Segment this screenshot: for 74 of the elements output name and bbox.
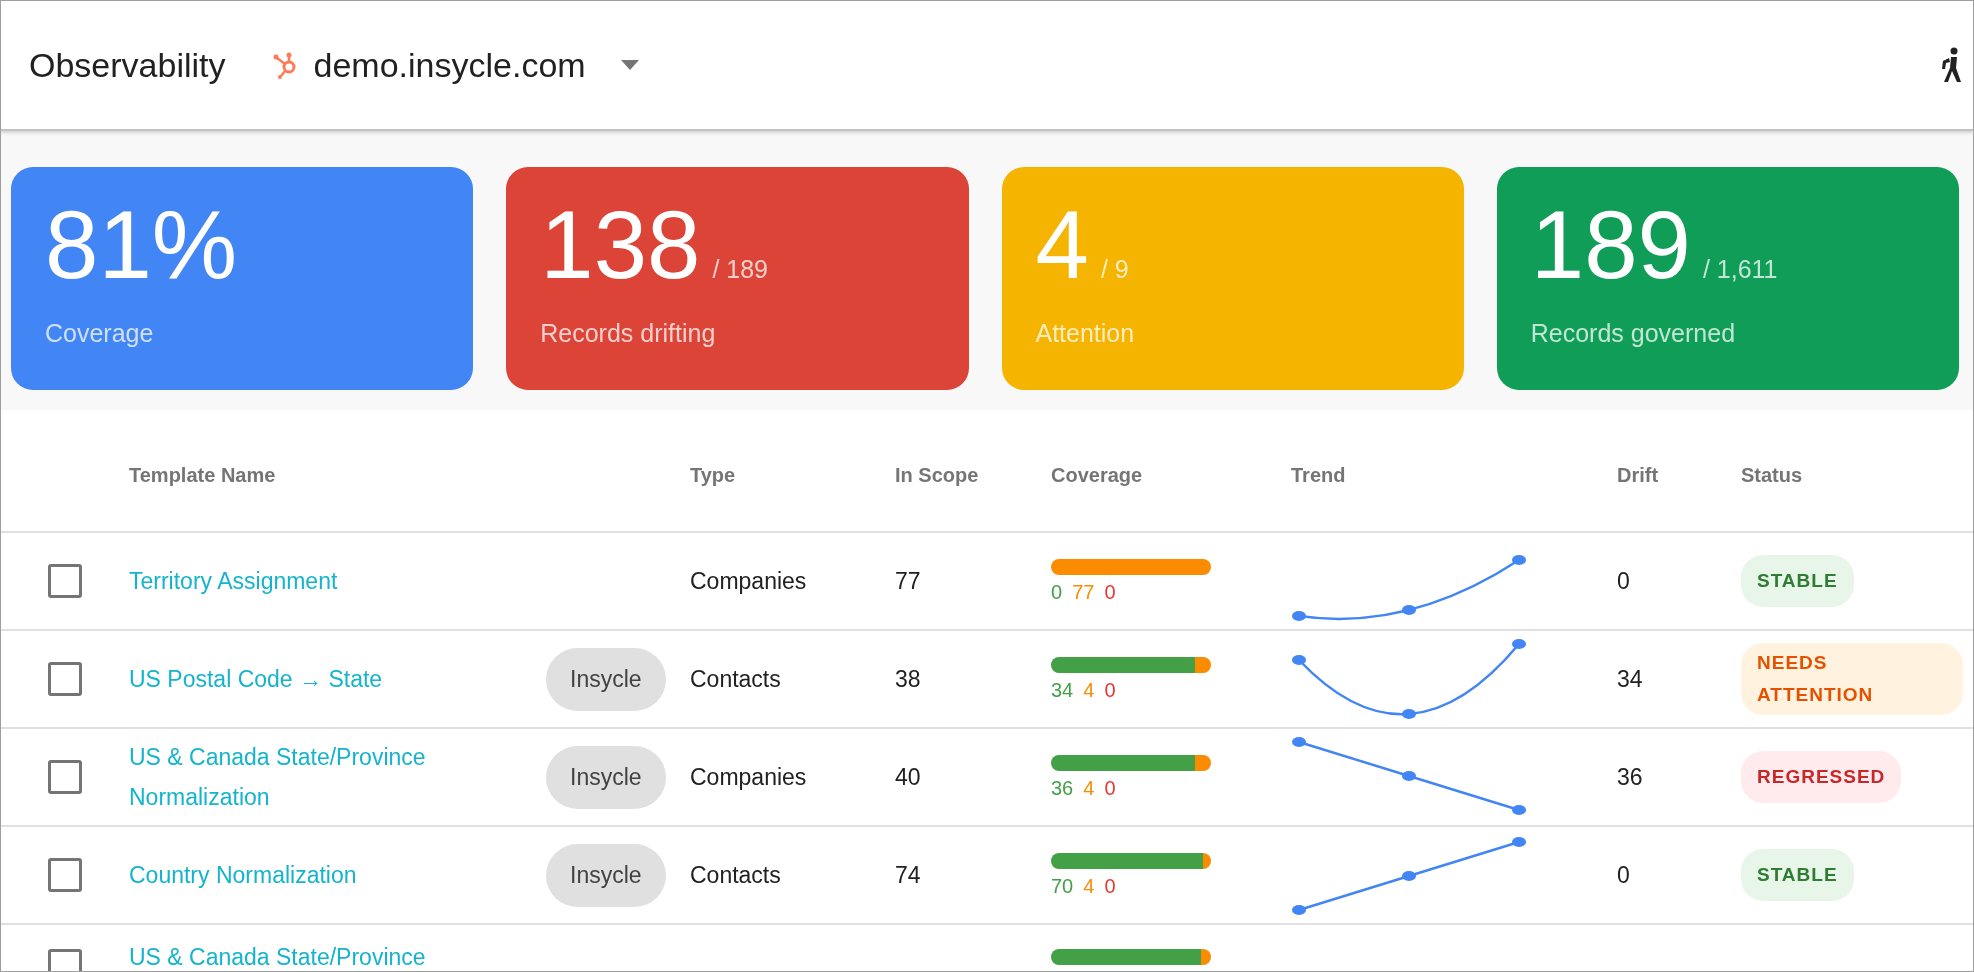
template-link[interactable]: US & Canada State/Province Normalization	[129, 737, 529, 817]
stat-value: 81%	[45, 197, 238, 293]
coverage-count: 36	[1051, 776, 1074, 800]
table-cell: 40	[895, 763, 921, 790]
column-header: In Scope	[895, 463, 980, 487]
column-header: Coverage	[1051, 463, 1144, 487]
stat-value: 189	[1530, 197, 1691, 293]
column-header: Trend	[1291, 463, 1347, 487]
trend-point	[1512, 805, 1526, 815]
stat-value: 138	[540, 197, 701, 293]
trend-point	[1292, 655, 1306, 665]
caret-icon	[619, 59, 640, 71]
status-tag: REGRESSED	[1741, 751, 1902, 803]
template-link[interactable]: US & Canada State/Province	[129, 937, 529, 971]
coverage-count: 0	[1104, 580, 1116, 604]
stat-total: / 9	[1100, 255, 1129, 284]
trend-point	[1512, 639, 1526, 649]
trend-point	[1512, 837, 1526, 847]
trend-point	[1402, 871, 1416, 881]
stat-label: Coverage	[45, 319, 155, 348]
stat-total: / 1,611	[1702, 255, 1778, 284]
coverage-count: 4	[1083, 678, 1095, 702]
coverage-count: 0	[1104, 776, 1116, 800]
status-tag: STABLE	[1741, 555, 1854, 607]
template-link[interactable]: Territory Assignment	[129, 561, 529, 601]
table-cell: Contacts	[690, 665, 781, 692]
coverage-count: 77	[1072, 580, 1095, 604]
table-cell: 74	[895, 861, 921, 888]
table-cell: Companies	[690, 567, 807, 594]
table-cell: Companies	[690, 763, 807, 790]
walking-person-icon[interactable]	[1939, 47, 1963, 83]
table-cell: 77	[895, 567, 921, 594]
coverage-count: 0	[1104, 678, 1116, 702]
table-cell: 0	[1617, 567, 1630, 594]
column-header: Drift	[1617, 463, 1660, 487]
status-tag: STABLE	[1741, 849, 1854, 901]
row-checkbox[interactable]	[48, 662, 82, 696]
trend-point	[1512, 555, 1526, 565]
stat-label: Records drifting	[540, 319, 717, 348]
trend-point	[1402, 709, 1416, 719]
status-tag: NEEDS ATTENTION	[1741, 643, 1963, 715]
trend-point	[1292, 905, 1306, 915]
row-checkbox[interactable]	[48, 760, 82, 794]
trend-point	[1402, 771, 1416, 781]
table-cell: 36	[1617, 763, 1643, 790]
stat-value: 4	[1035, 197, 1089, 293]
table-cell: 38	[895, 665, 921, 692]
coverage-count: 4	[1083, 776, 1095, 800]
coverage-count: 0	[1051, 580, 1063, 604]
stat-label: Records governed	[1530, 319, 1737, 348]
table-cell: 34	[1617, 665, 1643, 692]
template-link[interactable]: Country Normalization	[129, 855, 529, 895]
stat-total: / 189	[712, 255, 769, 284]
column-header: Status	[1741, 463, 1804, 487]
source-chip: Insycle	[546, 745, 666, 809]
table-cell: Contacts	[690, 861, 781, 888]
coverage-count: 0	[1104, 874, 1116, 898]
template-link[interactable]: US Postal Code → State	[129, 659, 529, 699]
coverage-count: 4	[1083, 874, 1095, 898]
row-checkbox[interactable]	[48, 858, 82, 892]
trend-point	[1292, 611, 1306, 621]
column-header: Template Name	[129, 463, 277, 487]
source-chip: Insycle	[546, 647, 666, 711]
table-cell: 0	[1617, 861, 1630, 888]
source-chip: Insycle	[546, 843, 666, 907]
row-checkbox[interactable]	[48, 564, 82, 598]
coverage-count: 34	[1051, 678, 1074, 702]
page-title: Observability	[29, 45, 226, 85]
account-selector[interactable]: demo.insycle.com	[271, 45, 640, 85]
column-header: Type	[690, 463, 737, 487]
stat-label: Attention	[1035, 319, 1136, 348]
trend-point	[1402, 605, 1416, 615]
coverage-count: 70	[1051, 874, 1074, 898]
trend-point	[1292, 737, 1306, 747]
